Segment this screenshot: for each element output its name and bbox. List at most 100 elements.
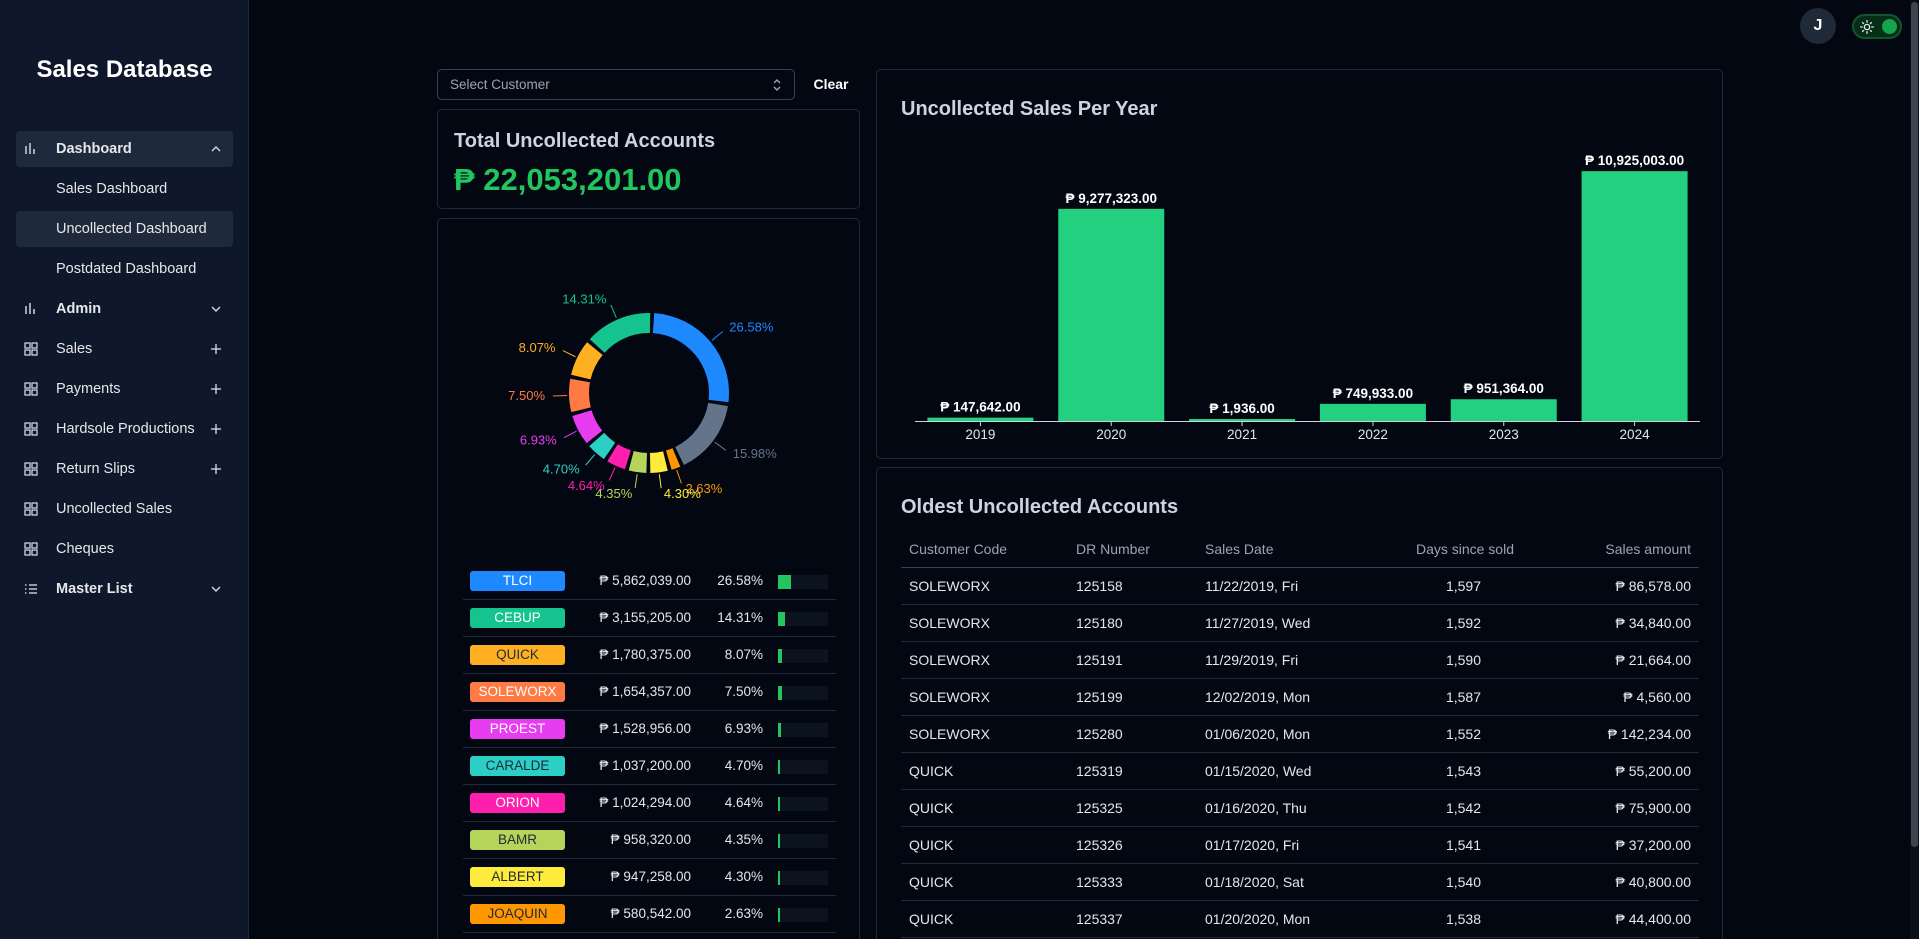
cell-customer-code: SOLEWORX [909,652,990,668]
share-bar-fill [778,760,781,774]
cell-sales-amount: ₱ 86,578.00 [1615,578,1691,594]
sidebar-item-master-list[interactable]: Master List [16,571,233,607]
table-row[interactable]: SOLEWORX 125191 11/29/2019, Fri 1,590 ₱ 21,6… [901,642,1699,679]
avatar[interactable]: J [1800,8,1836,44]
customer-amount: ₱ 580,542.00 [610,906,691,921]
customer-badge[interactable]: CEBUP [470,608,565,628]
customer-select[interactable]: Select Customer [437,69,795,100]
customer-badge[interactable]: JOAQUIN [470,904,565,924]
donut-pct-label: 15.98% [733,446,778,461]
sidebar-item-postdated-dashboard[interactable]: Postdated Dashboard [16,251,233,287]
plus-icon[interactable] [209,342,223,356]
legend-row[interactable]: SOLEWORX ₱ 1,654,357.00 7.50% [463,674,836,711]
donut-slice-cebup[interactable] [589,313,651,353]
plus-icon[interactable] [209,462,223,476]
bar-2019[interactable] [927,417,1034,421]
column-header-dr-number[interactable]: DR Number [1076,541,1150,557]
sidebar-item-uncollected-dashboard[interactable]: Uncollected Dashboard [16,211,233,247]
share-bar-fill [778,834,781,848]
legend-row[interactable]: ALBERT ₱ 947,258.00 4.30% [463,859,836,896]
cell-sales-amount: ₱ 40,800.00 [1615,874,1691,890]
legend-row[interactable]: PROEST ₱ 1,528,956.00 6.93% [463,711,836,748]
bar-2022[interactable] [1319,403,1426,421]
column-header-customer-code[interactable]: Customer Code [909,541,1007,557]
donut-slice-albert[interactable] [650,451,668,473]
page-scrollbar[interactable] [1910,0,1919,939]
chevron-up-down-icon [773,79,781,91]
table-row[interactable]: SOLEWORX 125180 11/27/2019, Wed 1,592 ₱ 34,8… [901,605,1699,642]
oldest-accounts-table: Customer Code DR Number Sales Date Days sin… [901,530,1699,938]
sidebar-item-sales-dashboard[interactable]: Sales Dashboard [16,171,233,207]
donut-slice-proest[interactable] [572,410,603,444]
plus-icon[interactable] [209,422,223,436]
legend-row[interactable]: JOAQUIN ₱ 580,542.00 2.63% [463,896,836,933]
table-row[interactable]: SOLEWORX 125280 01/06/2020, Mon 1,552 ₱ 142,… [901,716,1699,753]
customer-badge[interactable]: SOLEWORX [470,682,565,702]
sidebar-item-cheques[interactable]: Cheques [16,531,233,567]
sidebar-item-hardsole-productions[interactable]: Hardsole Productions [16,411,233,447]
sidebar-item-dashboard[interactable]: Dashboard [16,131,233,167]
cell-sales-date: 01/16/2020, Thu [1205,800,1307,816]
plus-icon[interactable] [209,382,223,396]
customer-amount: ₱ 1,037,200.00 [599,758,691,773]
donut-slice-others[interactable] [675,402,728,465]
cell-sales-amount: ₱ 37,200.00 [1615,837,1691,853]
sidebar-item-admin[interactable]: Admin [16,291,233,327]
donut-slice-tlci[interactable] [652,313,729,403]
customer-badge[interactable]: PROEST [470,719,565,739]
cell-customer-code: SOLEWORX [909,726,990,742]
customer-badge[interactable]: QUICK [470,645,565,665]
table-row[interactable]: QUICK 125326 01/17/2020, Fri 1,541 ₱ 37,200.… [901,827,1699,864]
clear-button[interactable]: Clear [806,69,856,100]
bar-2021[interactable] [1189,419,1296,421]
customer-badge[interactable]: ORION [470,793,565,813]
cell-dr-number: 125180 [1076,615,1123,631]
legend-row[interactable]: CEBUP ₱ 3,155,205.00 14.31% [463,600,836,637]
sidebar-item-sales[interactable]: Sales [16,331,233,367]
cell-sales-date: 11/27/2019, Wed [1205,615,1311,631]
theme-toggle[interactable] [1852,14,1902,39]
column-header-sales-date[interactable]: Sales Date [1205,541,1273,557]
customer-select-placeholder: Select Customer [450,77,550,92]
bar-chart-icon [24,302,38,316]
cell-customer-code: SOLEWORX [909,689,990,705]
table-row[interactable]: QUICK 125337 01/20/2020, Mon 1,538 ₱ 44,400.… [901,901,1699,938]
chevron-down-icon[interactable] [209,582,223,596]
chevron-down-icon[interactable] [209,302,223,316]
donut-slice-quick[interactable] [571,342,603,380]
share-bar-track [778,612,828,626]
sidebar-item-payments[interactable]: Payments [16,371,233,407]
bar-2024[interactable] [1581,171,1688,421]
sidebar-item-uncollected-sales[interactable]: Uncollected Sales [16,491,233,527]
table-row[interactable]: QUICK 125319 01/15/2020, Wed 1,543 ₱ 55,200.… [901,753,1699,790]
customer-badge[interactable]: CARALDE [470,756,565,776]
sidebar-item-return-slips[interactable]: Return Slips [16,451,233,487]
legend-row[interactable]: ORION ₱ 1,024,294.00 4.64% [463,785,836,822]
donut-pct-label: 14.31% [562,291,607,306]
bar-2023[interactable] [1450,399,1557,421]
legend-row[interactable]: TLCI ₱ 5,862,039.00 26.58% [463,563,836,600]
customer-badge[interactable]: ALBERT [470,867,565,887]
legend-row[interactable]: BAMR ₱ 958,320.00 4.35% [463,822,836,859]
donut-slice-bamr[interactable] [628,451,648,473]
column-header-sales-amount[interactable]: Sales amount [1605,541,1691,557]
bar-2020[interactable] [1058,208,1165,421]
table-row[interactable]: QUICK 125333 01/18/2020, Sat 1,540 ₱ 40,800.… [901,864,1699,901]
sidebar-item-label: Return Slips [56,461,135,477]
column-header-days-since-sold[interactable]: Days since sold [1416,541,1514,557]
cell-sales-date: 01/20/2020, Mon [1205,911,1311,927]
table-row[interactable]: SOLEWORX 125158 11/22/2019, Fri 1,597 ₱ 86,5… [901,568,1699,605]
cell-sales-amount: ₱ 4,560.00 [1623,689,1691,705]
donut-slice-soleworx[interactable] [569,378,591,413]
cell-days-since-sold: 1,592 [1445,615,1481,631]
legend-row[interactable]: QUICK ₱ 1,780,375.00 8.07% [463,637,836,674]
customer-badge[interactable]: BAMR [470,830,565,850]
customer-badge[interactable]: TLCI [470,571,565,591]
legend-row[interactable]: CARALDE ₱ 1,037,200.00 4.70% [463,748,836,785]
table-row[interactable]: SOLEWORX 125199 12/02/2019, Mon 1,587 ₱ 4,56… [901,679,1699,716]
table-row[interactable]: QUICK 125325 01/16/2020, Thu 1,542 ₱ 75,900.… [901,790,1699,827]
cell-customer-code: QUICK [909,837,954,853]
scrollbar-thumb[interactable] [1911,2,1918,847]
sidebar-item-label: Dashboard [56,141,132,157]
chevron-up-icon[interactable] [209,142,223,156]
